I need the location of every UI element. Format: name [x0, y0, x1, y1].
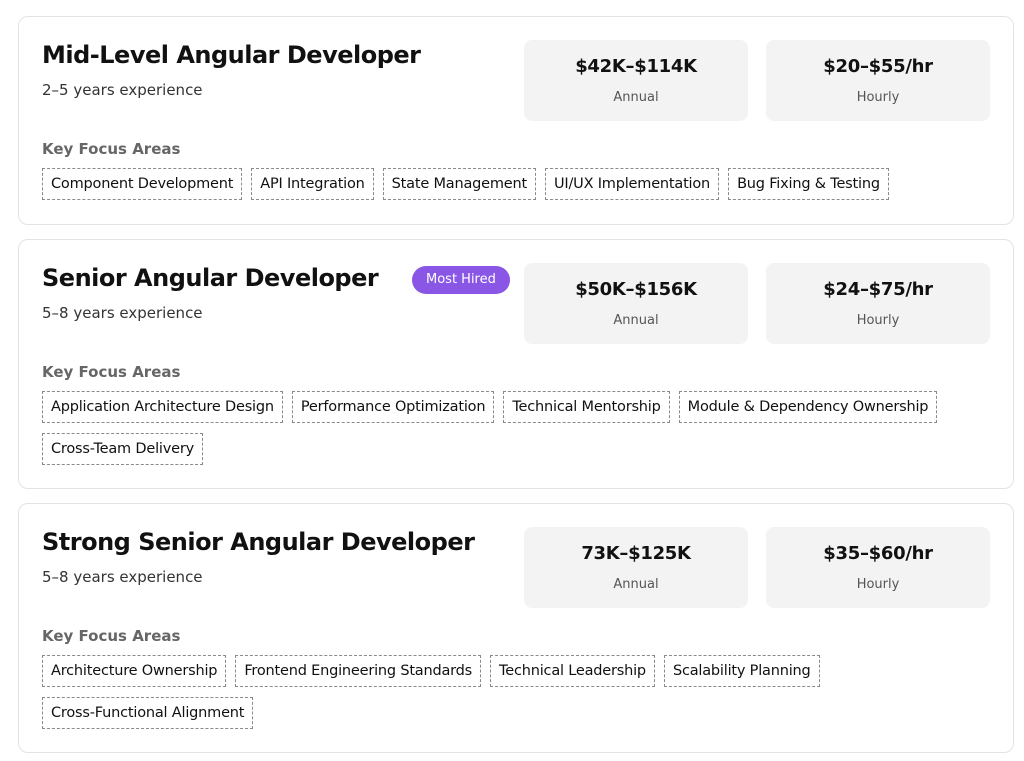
annual-salary-label: Annual	[613, 577, 659, 592]
focus-tag: Frontend Engineering Standards	[235, 655, 482, 687]
role-experience: 5–8 years experience	[42, 304, 203, 322]
role-title: Strong Senior Angular Developer	[42, 528, 475, 556]
annual-salary-box: $50K–$156K Annual	[524, 263, 748, 344]
hourly-rate-box: $24–$75/hr Hourly	[766, 263, 990, 344]
most-hired-badge: Most Hired	[412, 266, 510, 294]
focus-tag: State Management	[382, 168, 536, 200]
focus-tag: Application Architecture Design	[42, 391, 283, 423]
hourly-rate-value: $35–$60/hr	[823, 543, 933, 564]
annual-salary-value: $50K–$156K	[575, 279, 697, 300]
role-experience: 5–8 years experience	[42, 568, 203, 586]
hourly-rate-value: $20–$55/hr	[823, 56, 933, 77]
annual-salary-label: Annual	[613, 313, 659, 328]
annual-salary-box: 73K–$125K Annual	[524, 527, 748, 608]
focus-tag: Bug Fixing & Testing	[728, 168, 889, 200]
hourly-rate-box: $20–$55/hr Hourly	[766, 40, 990, 121]
annual-salary-box: $42K–$114K Annual	[524, 40, 748, 121]
key-focus-heading: Key Focus Areas	[42, 140, 181, 158]
role-card-senior: Senior Angular Developer Most Hired 5–8 …	[18, 239, 1014, 489]
focus-tag: Component Development	[42, 168, 243, 200]
focus-tag-list: Architecture Ownership Frontend Engineer…	[42, 655, 992, 729]
hourly-rate-box: $35–$60/hr Hourly	[766, 527, 990, 608]
key-focus-heading: Key Focus Areas	[42, 363, 181, 381]
focus-tag: Module & Dependency Ownership	[678, 391, 938, 423]
role-experience: 2–5 years experience	[42, 81, 203, 99]
focus-tag: Performance Optimization	[291, 391, 495, 423]
hourly-rate-label: Hourly	[856, 313, 900, 328]
role-title: Senior Angular Developer	[42, 264, 379, 292]
focus-tag-list: Component Development API Integration St…	[42, 168, 992, 200]
focus-tag: UI/UX Implementation	[544, 168, 720, 200]
annual-salary-label: Annual	[613, 90, 659, 105]
annual-salary-value: 73K–$125K	[581, 543, 691, 564]
hourly-rate-label: Hourly	[856, 577, 900, 592]
focus-tag: Architecture Ownership	[42, 655, 227, 687]
annual-salary-value: $42K–$114K	[575, 56, 697, 77]
focus-tag: Cross-Functional Alignment	[42, 697, 254, 729]
focus-tag: Scalability Planning	[663, 655, 820, 687]
key-focus-heading: Key Focus Areas	[42, 627, 181, 645]
role-card-mid-level: Mid-Level Angular Developer 2–5 years ex…	[18, 16, 1014, 225]
focus-tag: API Integration	[251, 168, 374, 200]
focus-tag-list: Application Architecture Design Performa…	[42, 391, 992, 465]
hourly-rate-label: Hourly	[856, 90, 900, 105]
role-card-strong-senior: Strong Senior Angular Developer 5–8 year…	[18, 503, 1014, 753]
focus-tag: Cross-Team Delivery	[42, 433, 203, 465]
hourly-rate-value: $24–$75/hr	[823, 279, 933, 300]
role-title: Mid-Level Angular Developer	[42, 41, 421, 69]
focus-tag: Technical Mentorship	[503, 391, 670, 423]
focus-tag: Technical Leadership	[490, 655, 655, 687]
